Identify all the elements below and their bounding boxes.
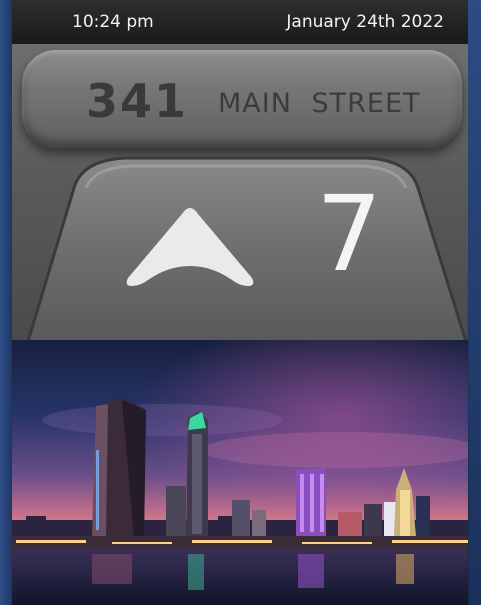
- status-bar: 10:24 pm January 24th 2022: [12, 0, 468, 44]
- address-street: MAIN STREET: [218, 88, 421, 119]
- status-date: January 24th 2022: [286, 12, 444, 32]
- status-time: 10:24 pm: [72, 12, 154, 32]
- elevator-display: 10:24 pm January 24th 2022 341 MAIN STRE…: [12, 0, 468, 605]
- floor-number: 7: [316, 173, 383, 295]
- city-skyline-image: [12, 340, 468, 605]
- address-number: 341: [86, 74, 189, 128]
- up-arrow-icon: [126, 208, 254, 286]
